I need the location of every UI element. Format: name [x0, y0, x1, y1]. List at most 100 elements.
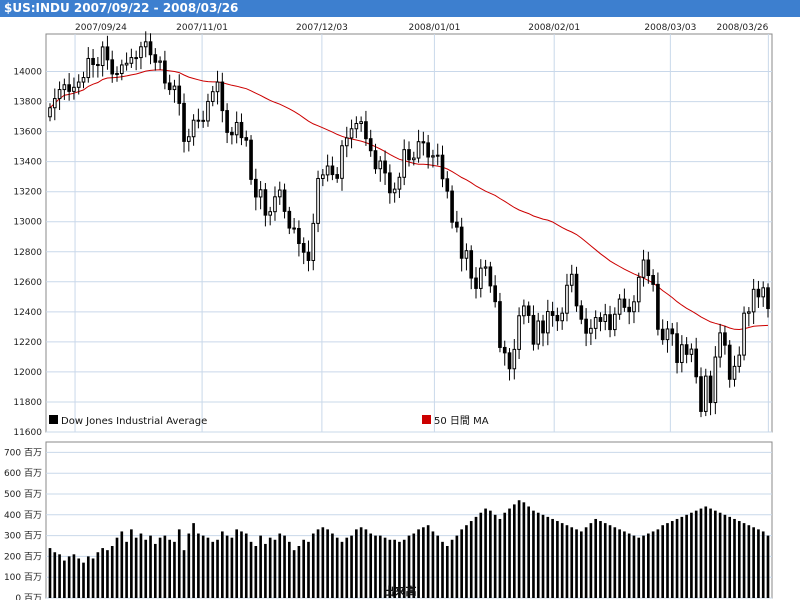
volume-bar: [292, 550, 296, 598]
candle-body: [301, 243, 306, 253]
volume-bar: [623, 531, 626, 598]
candle-body: [636, 276, 641, 303]
candle-body: [249, 139, 253, 180]
candle-body: [368, 138, 373, 152]
date-x-tick-label: 2008/02/01: [528, 23, 580, 33]
candle-body: [282, 189, 287, 212]
candle-body: [526, 305, 531, 316]
volume-bar: [584, 527, 588, 598]
candle-body: [507, 352, 512, 370]
volume-bar: [426, 525, 430, 598]
candle-body: [483, 266, 488, 269]
candle-body: [134, 57, 138, 60]
candle-body: [579, 305, 584, 320]
volume-bar: [747, 525, 751, 598]
volume-bar: [594, 518, 598, 598]
price-y-tick-label: 12200: [13, 338, 42, 348]
volume-bar: [211, 541, 215, 598]
volume-bar: [508, 508, 511, 598]
price-y-tick-label: 12000: [13, 368, 42, 378]
candle-body: [354, 123, 359, 130]
volume-bar: [680, 516, 684, 598]
volume-bar: [465, 525, 468, 598]
price-y-tick-label: 13400: [13, 158, 42, 168]
volume-bar: [608, 525, 612, 598]
candle-body: [316, 177, 320, 224]
volume-bar: [355, 529, 358, 598]
candle-body: [488, 266, 493, 287]
volume-bar: [254, 546, 258, 598]
candle-body: [167, 82, 172, 91]
candle-body: [81, 77, 86, 83]
volume-bar: [302, 539, 306, 598]
candle-body: [426, 142, 430, 158]
volume-bar: [493, 514, 497, 598]
candle-body: [747, 311, 751, 314]
candle-body: [244, 137, 249, 141]
volume-bar: [335, 537, 339, 598]
legend-swatch-ma: [422, 415, 431, 424]
volume-bar: [125, 541, 128, 598]
volume-bar: [742, 523, 746, 598]
volume-bar: [364, 529, 368, 598]
volume-bar: [503, 512, 507, 598]
volume-bar: [675, 518, 679, 598]
volume-bar: [340, 541, 344, 598]
legend-swatch-djia: [49, 415, 58, 424]
candle-body: [627, 306, 632, 313]
candle-body: [91, 57, 95, 65]
volume-bar: [268, 537, 272, 598]
candle-body: [397, 176, 402, 190]
volume-y-axis: 0 百万 100 百万 200 百万 300 百万 400 百万 500 百万 600 百万…: [4, 447, 42, 600]
volume-bar: [201, 535, 205, 598]
candle-body: [263, 189, 268, 216]
volume-bar: [632, 535, 636, 598]
candle-body: [522, 305, 526, 317]
volume-bar: [647, 533, 650, 598]
volume-bar: [187, 533, 191, 598]
candle-body: [742, 312, 746, 356]
candle-body: [349, 128, 354, 139]
legend-label-ma: 50 日間 MA: [434, 415, 489, 427]
volume-bar: [350, 535, 353, 598]
volume-bar: [115, 537, 119, 598]
price-y-tick-label: 13800: [13, 98, 42, 108]
volume-bar: [273, 539, 277, 598]
candle-body: [531, 314, 536, 345]
candle-body: [660, 328, 665, 341]
volume-bar: [441, 541, 444, 598]
volume-bar: [82, 562, 85, 598]
candle-body: [100, 46, 105, 67]
volume-bar: [177, 529, 181, 598]
candle-body: [234, 121, 239, 136]
volume-bar: [101, 548, 104, 598]
candle-body: [435, 154, 440, 157]
volume-bar: [63, 560, 66, 598]
volume-bar: [651, 531, 655, 598]
candle-body: [287, 210, 292, 229]
volume-bar: [704, 506, 708, 598]
volume-bar: [321, 527, 325, 598]
candle-body: [416, 141, 421, 159]
volume-bar: [436, 535, 440, 598]
candle-body: [689, 348, 694, 355]
candle-body: [613, 313, 617, 331]
candle-body: [459, 226, 464, 259]
volume-bar: [575, 529, 578, 598]
candle-body: [651, 275, 655, 285]
stock-chart: 11600 11800 12000 12200 12400 12600 12800 13000…: [4, 23, 773, 600]
date-x-tick-label: 2007/09/24: [75, 23, 127, 33]
candle-body: [708, 375, 713, 404]
volume-bar: [58, 554, 61, 598]
candle-body: [340, 145, 344, 179]
volume-bar: [618, 529, 621, 598]
candle-body: [474, 277, 478, 289]
volume-bar: [307, 541, 310, 598]
candle-body: [766, 287, 770, 310]
volume-bar: [192, 523, 195, 598]
volume-bar: [153, 543, 157, 598]
volume-bar: [110, 546, 114, 598]
price-y-tick-label: 11600: [13, 428, 42, 438]
candle-body: [713, 356, 718, 404]
candle-body: [512, 348, 517, 370]
